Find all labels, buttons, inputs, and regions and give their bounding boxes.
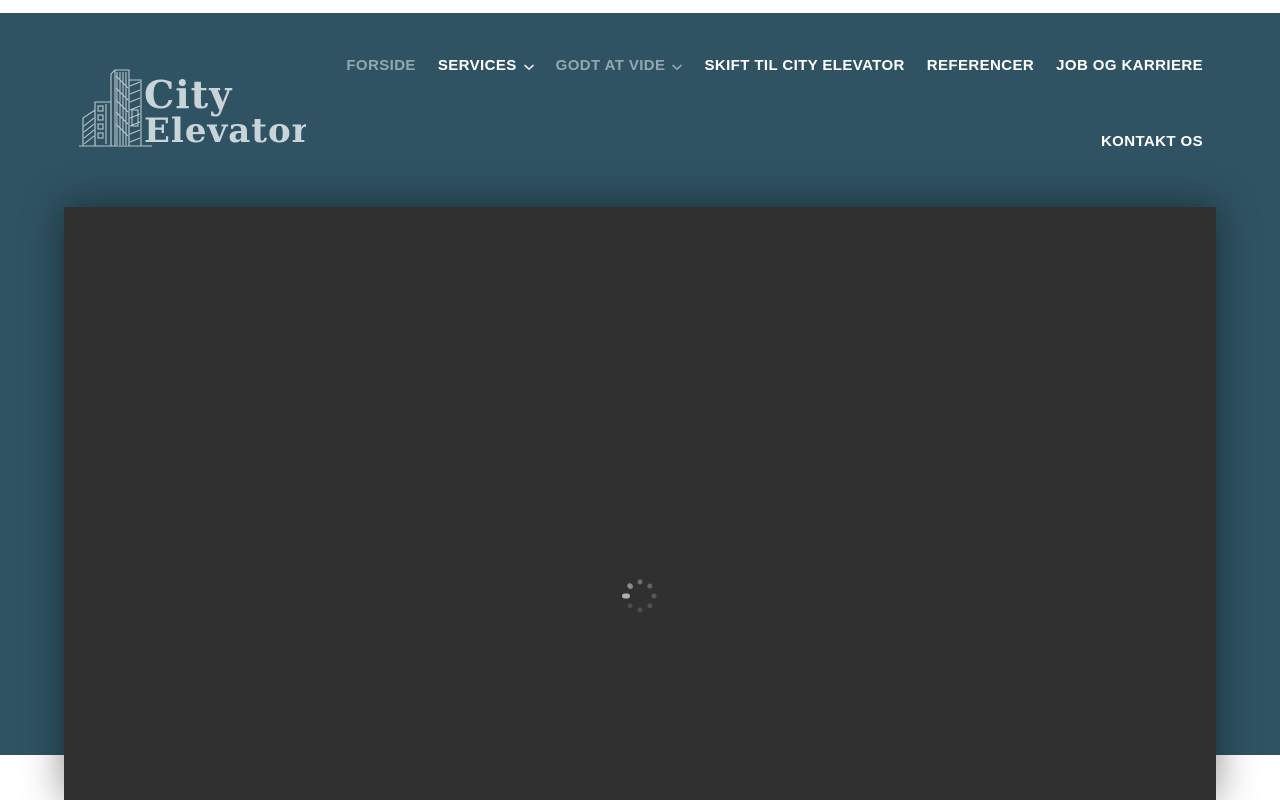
chevron-down-icon [672,64,683,71]
nav-row-2: KONTAKT OS [346,129,1203,155]
hero-video-player[interactable] [64,207,1216,800]
nav-item-label: GODT AT VIDE [555,57,666,74]
nav-item-kontakt-os[interactable]: KONTAKT OS [1101,129,1203,155]
nav-item-label: JOB OG KARRIERE [1056,57,1203,74]
nav-item-godt-at-vide[interactable]: GODT AT VIDE [556,53,683,79]
nav-item-label: SKIFT TIL CITY ELEVATOR [704,57,905,74]
top-white-strip [0,0,1280,13]
nav-item-job-og-karriere[interactable]: JOB OG KARRIERE [1056,53,1203,79]
chevron-down-icon [523,64,534,71]
loading-spinner-icon [620,576,660,616]
nav-item-label: REFERENCER [926,57,1035,74]
spinner-dot [626,602,634,610]
nav-item-label: KONTAKT OS [1100,133,1203,150]
nav-item-referencer[interactable]: REFERENCER [927,53,1034,79]
nav-item-services[interactable]: SERVICES [438,53,534,79]
main-navigation: FORSIDE SERVICES GODT AT VIDE SKIFT TIL … [346,53,1203,155]
logo-text-elevator: Elevator [144,111,306,149]
nav-item-forside[interactable]: FORSIDE [346,53,415,79]
nav-item-skift-til-city-elevator[interactable]: SKIFT TIL CITY ELEVATOR [704,53,904,79]
nav-row-1: FORSIDE SERVICES GODT AT VIDE SKIFT TIL … [346,53,1203,79]
nav-item-label: SERVICES [437,57,517,74]
spinner-dot [646,602,654,610]
spinner-dot [626,582,634,590]
city-elevator-logo-graphic: City Elevator [79,69,306,149]
nav-item-label: FORSIDE [346,57,416,74]
spinner-dot [637,607,643,613]
spinner-dot [622,593,630,599]
spinner-dot [646,582,654,590]
spinner-dot [637,579,643,585]
spinner-dot [651,593,657,599]
site-logo[interactable]: City Elevator [78,66,306,149]
